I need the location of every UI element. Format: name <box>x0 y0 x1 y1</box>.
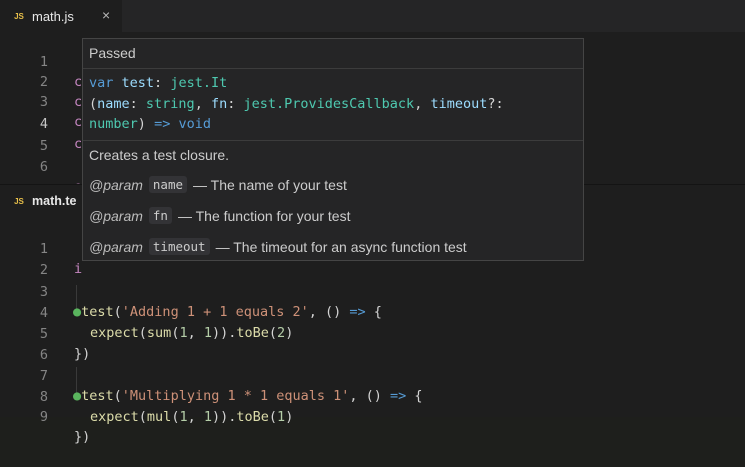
code-token: )). <box>212 409 237 425</box>
code-line[interactable]: 6 <box>0 325 745 363</box>
sig-token: name <box>97 95 130 112</box>
sig-token: var <box>89 75 114 91</box>
divider <box>83 140 583 141</box>
param-tag: @param <box>89 238 143 255</box>
param-name: timeout <box>148 238 210 255</box>
code-token: expect <box>90 409 139 425</box>
code-line[interactable]: 9 }) <box>0 387 745 445</box>
param-desc: — The name of your test <box>193 176 347 193</box>
code-text: }) <box>74 429 91 445</box>
tab-math-js[interactable]: JS math.js × <box>0 0 122 32</box>
sig-token: void <box>178 116 211 132</box>
sig-token: number <box>89 116 138 132</box>
param-name: fn <box>148 207 172 224</box>
doc-param: @param timeout — The timeout for an asyn… <box>89 238 467 255</box>
javascript-file-icon: JS <box>14 196 24 206</box>
sig-token: ) <box>137 116 146 132</box>
doc-param: @param name — The name of your test <box>89 176 347 193</box>
code-line[interactable]: 5 }) <box>0 304 745 362</box>
sig-token: => <box>154 116 171 132</box>
line-number: 6 <box>39 159 48 175</box>
code-token: 1 <box>277 409 286 425</box>
code-token: ( <box>268 409 278 425</box>
sig-token: ( <box>89 95 98 112</box>
code-line[interactable]: 7 ●test('Multiplying 1 * 1 equals 1', ()… <box>0 346 745 404</box>
code-line[interactable]: 3 ●test('Adding 1 + 1 equals 2', () => { <box>0 262 745 320</box>
code-token: mul <box>146 409 172 425</box>
code-text: expect(mul(1, 1)).toBe(1) <box>90 407 293 427</box>
code-token: toBe <box>236 409 269 425</box>
param-tag: @param <box>89 207 143 224</box>
param-desc: — The timeout for an async function test <box>215 238 467 255</box>
sig-token: ?: <box>487 95 504 112</box>
code-token: ) <box>285 409 294 425</box>
type-signature: var test: jest.It (name: string, fn: jes… <box>89 75 504 132</box>
sig-token: jest.ProvidesCallback <box>243 95 415 112</box>
test-status-label: Passed <box>89 45 136 61</box>
sig-token: jest.It <box>170 75 228 91</box>
line-number: 9 <box>39 409 48 425</box>
doc-param: @param fn — The function for your test <box>89 207 350 224</box>
tab-label: math.te <box>32 194 77 208</box>
code-token: ( <box>138 409 147 425</box>
code-line[interactable]: 4 expect(sum(1, 1)).toBe(2) <box>0 283 745 341</box>
param-desc: — The function for your test <box>177 207 351 224</box>
code-token: 1 <box>203 409 212 425</box>
sig-token: test <box>121 75 155 91</box>
param-name: name <box>148 176 188 193</box>
code-token: , <box>187 409 204 425</box>
close-icon[interactable]: × <box>102 7 110 23</box>
tab-bar: JS math.js × <box>0 0 745 32</box>
sig-token: : <box>154 75 171 91</box>
doc-description: Creates a test closure. <box>89 147 230 163</box>
sig-token: string <box>145 95 195 112</box>
tab-label: math.js <box>32 8 74 24</box>
javascript-file-icon: JS <box>14 11 24 21</box>
divider <box>83 68 583 69</box>
code-line[interactable]: 8 expect(mul(1, 1)).toBe(1) <box>0 367 745 425</box>
sig-token: timeout <box>430 95 488 112</box>
code-token: 1 <box>179 409 188 425</box>
param-tag: @param <box>89 176 143 193</box>
hover-tooltip: Passed var test: jest.It (name: string, … <box>82 38 584 261</box>
sig-token: fn <box>210 95 228 112</box>
